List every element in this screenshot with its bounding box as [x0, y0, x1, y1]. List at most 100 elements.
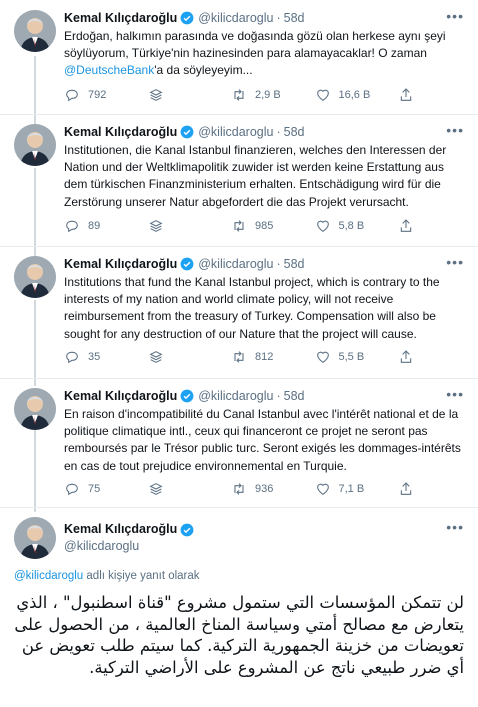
stack-icon	[148, 220, 163, 232]
reply-count: 35	[88, 351, 101, 363]
like-button[interactable]: 5,5 B	[315, 349, 395, 365]
separator-dot: ·	[276, 257, 281, 271]
retweet-icon	[234, 483, 244, 495]
stack-button[interactable]	[148, 481, 228, 497]
reply-count: 792	[88, 89, 107, 101]
reply-icon	[66, 483, 78, 496]
tweet-text: Institutions that fund the Kanal Istanbu…	[64, 275, 440, 341]
verified-badge-icon	[180, 11, 194, 25]
retweet-count: 2,9 B	[255, 89, 281, 101]
author-handle[interactable]: @kilicdaroglu	[64, 538, 198, 555]
retweet-button[interactable]: 812	[231, 349, 311, 365]
tweet[interactable]: Kemal Kılıçdaroğlu @kilicdaroglu · 58d •…	[0, 246, 478, 379]
retweet-count: 936	[255, 483, 274, 495]
avatar[interactable]	[14, 517, 56, 559]
share-icon	[400, 350, 412, 363]
retweet-button[interactable]: 936	[231, 481, 311, 497]
verified-badge-icon	[180, 389, 194, 403]
retweet-button[interactable]: 985	[231, 218, 311, 234]
stack-icon	[148, 351, 163, 363]
timestamp[interactable]: 58d	[284, 124, 305, 140]
reply-button[interactable]: 75	[64, 481, 144, 497]
retweet-icon	[234, 89, 244, 101]
avatar[interactable]	[14, 10, 56, 52]
share-icon	[400, 482, 412, 495]
share-button[interactable]	[398, 481, 414, 497]
more-icon[interactable]: •••	[446, 519, 464, 535]
author-name[interactable]: Kemal Kılıçdaroğlu	[64, 256, 177, 272]
retweet-button[interactable]: 2,9 B	[231, 87, 311, 103]
like-button[interactable]: 5,8 B	[315, 218, 395, 234]
author-handle[interactable]: @kilicdaroglu	[198, 10, 273, 26]
retweet-count: 812	[255, 351, 274, 363]
verified-badge-icon	[180, 257, 194, 271]
retweet-icon	[234, 351, 244, 363]
stack-button[interactable]	[148, 87, 228, 103]
author-name[interactable]: Kemal Kılıçdaroğlu	[64, 521, 177, 538]
stack-icon	[148, 89, 163, 101]
reply-icon	[66, 89, 78, 102]
like-button[interactable]: 7,1 B	[315, 481, 395, 497]
stack-button[interactable]	[148, 349, 228, 365]
timestamp[interactable]: 58d	[284, 10, 305, 26]
share-button[interactable]	[398, 218, 414, 234]
mention-link[interactable]: @kilicdaroglu	[14, 570, 83, 582]
tweet-text: Institutionen, die Kanal Istanbul finanz…	[64, 143, 447, 209]
mention-link[interactable]: @DeutscheBank	[64, 63, 154, 77]
reply-button[interactable]: 35	[64, 349, 144, 365]
like-count: 5,5 B	[338, 351, 365, 363]
reply-icon	[66, 220, 78, 233]
share-button[interactable]	[398, 349, 414, 365]
author-handle[interactable]: @kilicdaroglu	[198, 124, 273, 140]
separator-dot: ·	[276, 125, 281, 139]
tweet-text: Erdoğan, halkımın parasında ve doğasında…	[64, 28, 464, 80]
more-icon[interactable]: •••	[446, 122, 464, 138]
heart-icon	[316, 483, 329, 495]
author-name[interactable]: Kemal Kılıçdaroğlu	[64, 124, 177, 140]
replying-label: adlı kişiye yanıt olarak	[83, 570, 200, 582]
share-icon	[400, 88, 412, 101]
like-count: 7,1 B	[338, 483, 365, 495]
author-name[interactable]: Kemal Kılıçdaroğlu	[64, 10, 177, 26]
reply-count: 89	[88, 220, 101, 232]
verified-badge-icon	[180, 523, 194, 536]
author-handle[interactable]: @kilicdaroglu	[198, 256, 273, 272]
reply-button[interactable]: 89	[64, 218, 144, 234]
like-count: 16,6 B	[338, 89, 371, 101]
separator-dot: ·	[276, 11, 281, 25]
like-button[interactable]: 16,6 B	[315, 87, 395, 103]
tweet-actions: 35 812 5,5 B	[64, 349, 414, 365]
heart-icon	[316, 351, 329, 363]
timestamp[interactable]: 58d	[284, 388, 305, 404]
reply-icon	[66, 351, 78, 364]
avatar[interactable]	[14, 256, 56, 298]
avatar[interactable]	[14, 124, 56, 166]
tweet-text: En raison d'incompatibilité du Canal Ist…	[64, 407, 461, 473]
heart-icon	[316, 220, 329, 232]
retweet-icon	[234, 220, 244, 232]
tweet-text-part: 'a da söyleyeyim...	[154, 63, 253, 78]
tweet[interactable]: Kemal Kılıçdaroğlu @kilicdaroglu · 58d •…	[0, 114, 478, 247]
tweet-actions: 75 936 7,1 B	[64, 481, 414, 497]
more-icon[interactable]: •••	[446, 386, 464, 402]
tweet[interactable]: Kemal Kılıçdaroğlu @kilicdaroglu · 58d •…	[0, 0, 478, 115]
author-name[interactable]: Kemal Kılıçdaroğlu	[64, 388, 177, 404]
share-button[interactable]	[398, 87, 414, 103]
replying-to: @kilicdaroglu adlı kişiye yanıt olarak	[14, 570, 200, 582]
more-icon[interactable]: •••	[446, 254, 464, 270]
stack-button[interactable]	[148, 218, 228, 234]
reply-button[interactable]: 792	[64, 87, 144, 103]
tweet-text: لن تتمكن المؤسسات التي ستمول مشروع "قناة…	[14, 593, 464, 677]
share-icon	[400, 219, 412, 232]
separator-dot: ·	[276, 389, 281, 403]
tweet[interactable]: Kemal Kılıçdaroğlu @kilicdaroglu · 58d •…	[0, 378, 478, 508]
tweet-actions: 89 985 5,8 B	[64, 218, 414, 234]
avatar[interactable]	[14, 388, 56, 430]
tweet-actions: 792 2,9 B 16,6 B	[64, 87, 414, 103]
retweet-count: 985	[255, 220, 274, 232]
timestamp[interactable]: 58d	[284, 256, 305, 272]
like-count: 5,8 B	[338, 220, 365, 232]
more-icon[interactable]: •••	[446, 8, 464, 24]
heart-icon	[316, 89, 329, 101]
author-handle[interactable]: @kilicdaroglu	[198, 388, 273, 404]
